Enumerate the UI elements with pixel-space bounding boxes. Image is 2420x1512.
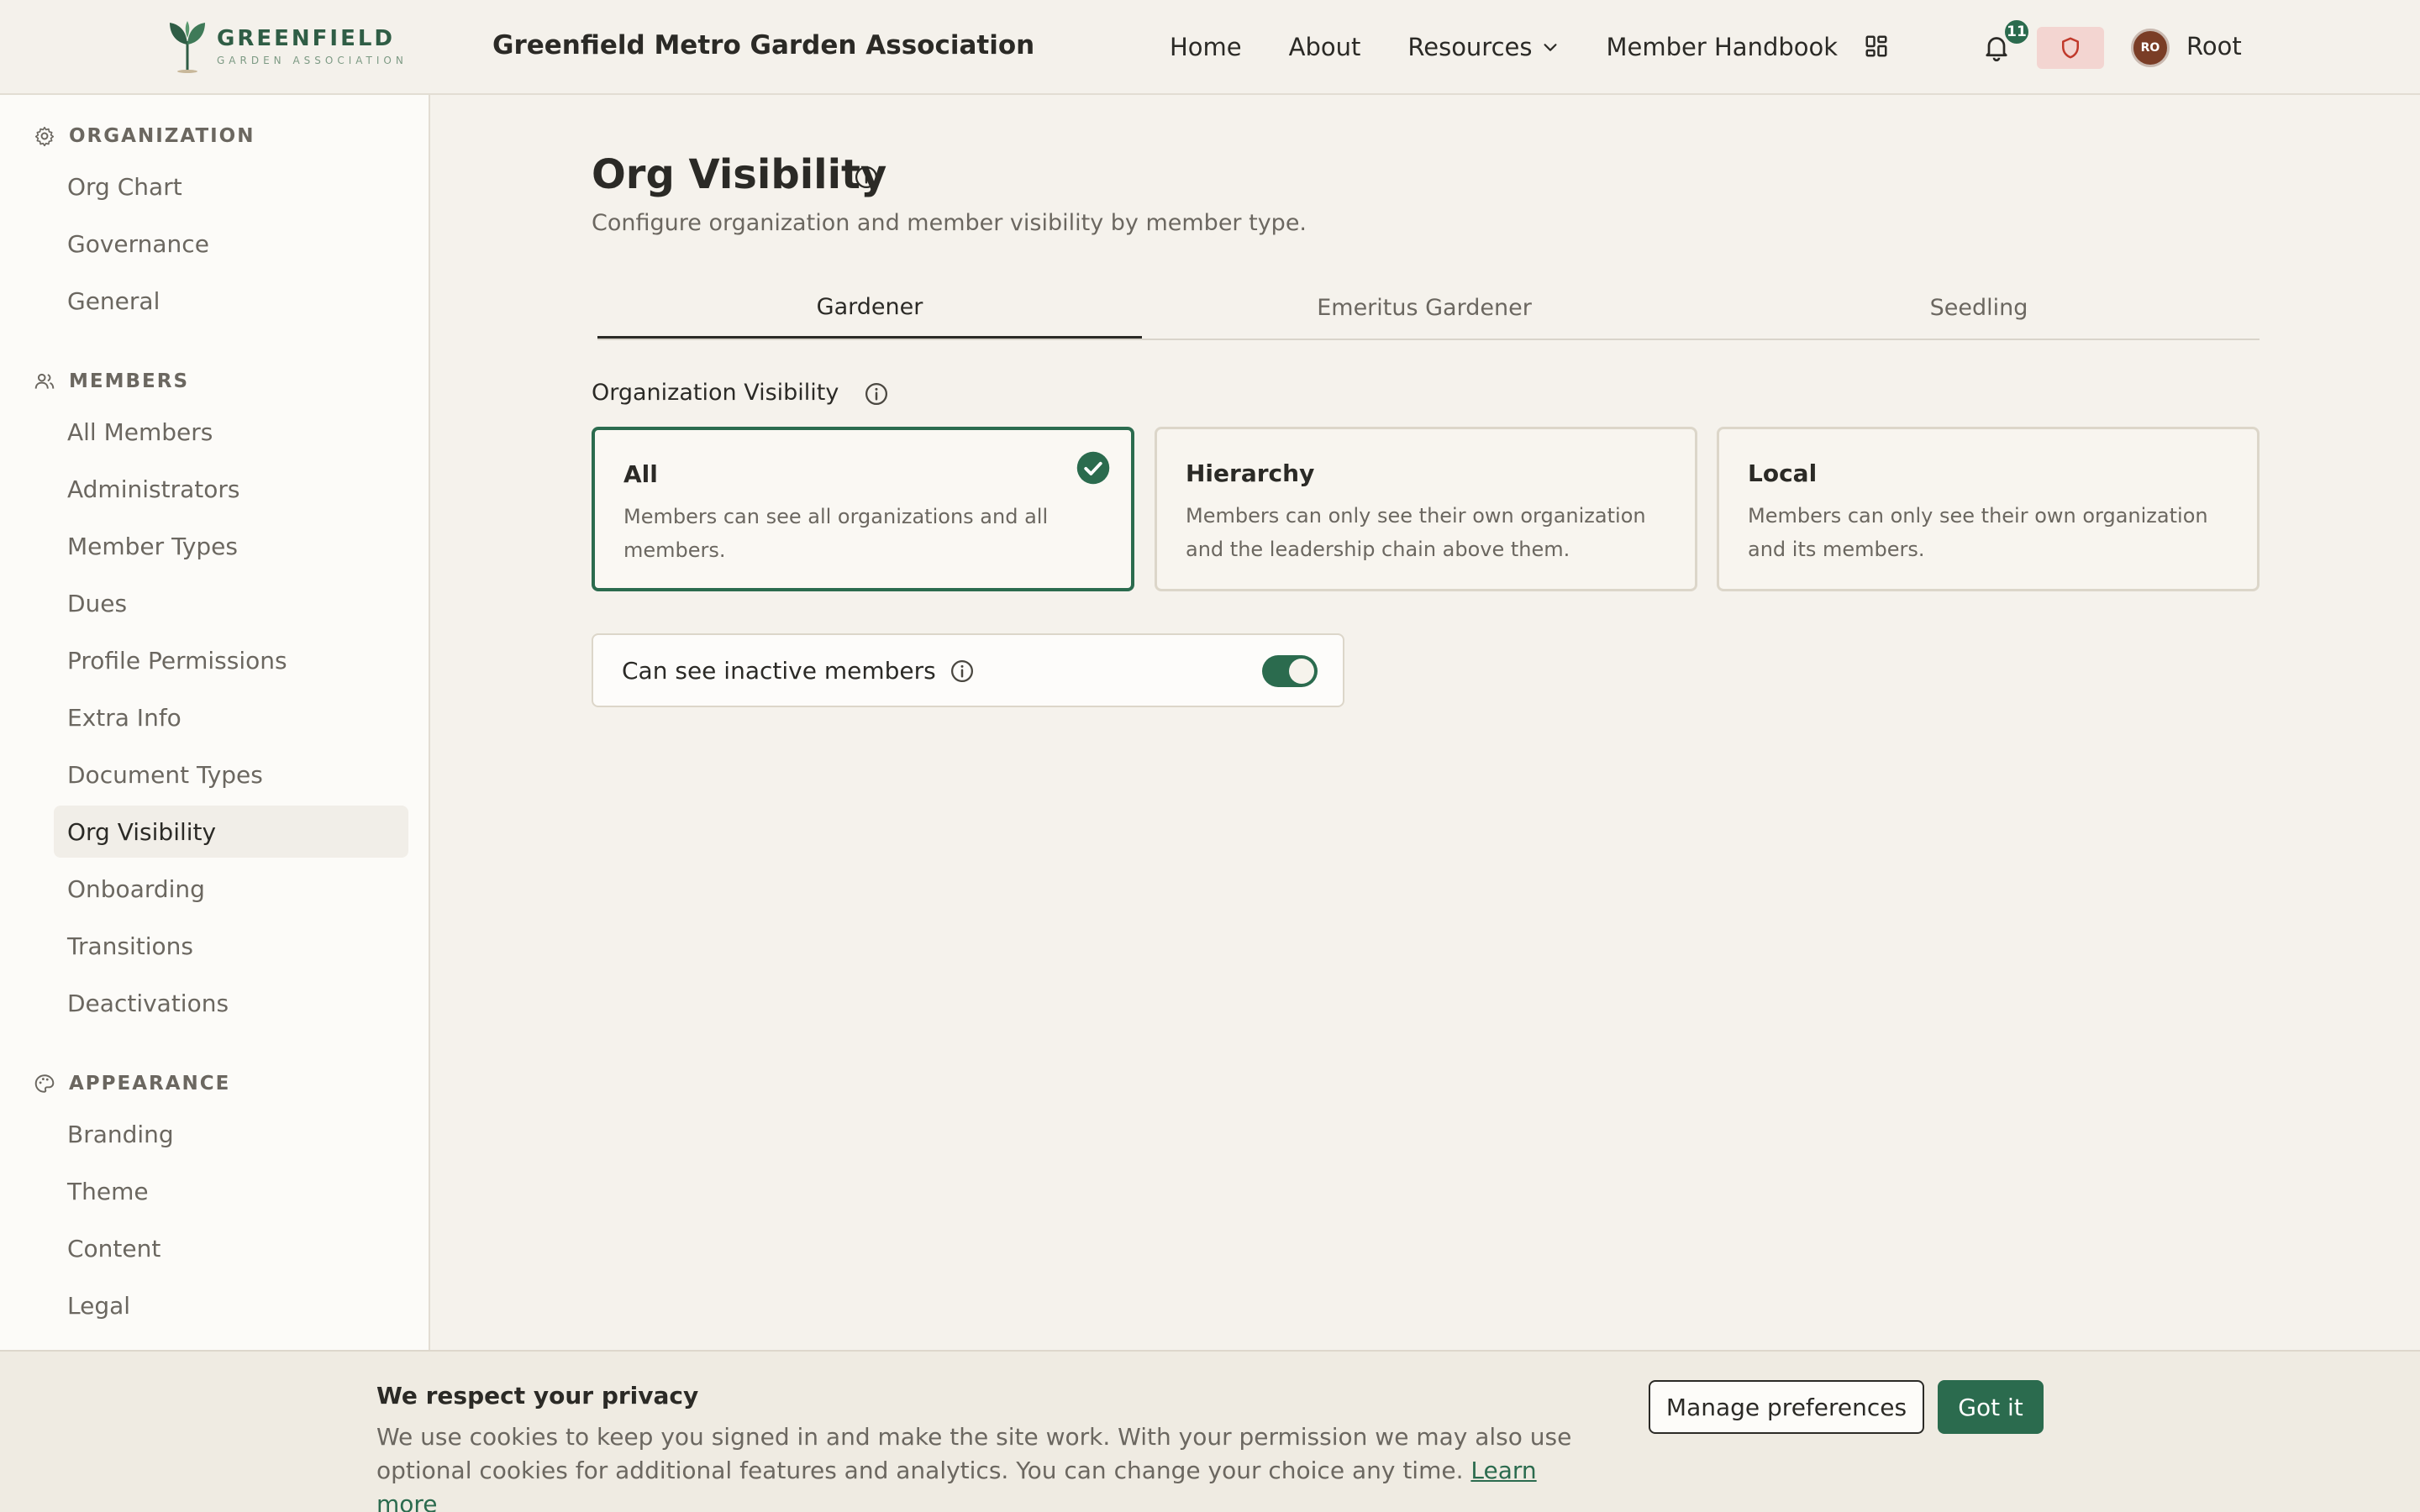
settings-sidebar: ORGANIZATION Org Chart Governance Genera…	[0, 95, 430, 1350]
nav-member-handbook[interactable]: Member Handbook	[1607, 33, 1839, 61]
brand-logo[interactable]: GREENFIELD GARDEN ASSOCIATION	[166, 18, 408, 74]
inactive-members-toggle[interactable]	[1262, 655, 1318, 687]
option-description: Members can see all organizations and al…	[623, 505, 1049, 562]
palette-icon	[34, 1074, 55, 1093]
inactive-members-setting: Can see inactive members	[592, 633, 1344, 707]
sidebar-item-dues[interactable]: Dues	[54, 577, 408, 629]
sidebar-item-document-types[interactable]: Document Types	[54, 748, 408, 801]
visibility-option-all[interactable]: All Members can see all organizations an…	[592, 427, 1134, 591]
nav-resources-dropdown[interactable]: Resources	[1407, 33, 1559, 61]
sidebar-group-members: MEMBERS	[34, 369, 189, 394]
option-title: All	[623, 460, 658, 488]
check-circle-icon	[1076, 451, 1110, 485]
page-subtitle: Configure organization and member visibi…	[592, 210, 1307, 236]
shield-icon	[2062, 37, 2079, 59]
section-label-org-visibility: Organization Visibility	[592, 380, 839, 406]
sidebar-item-content[interactable]: Content	[54, 1222, 408, 1274]
tab-gardener[interactable]: Gardener	[597, 277, 1142, 339]
got-it-button[interactable]: Got it	[1938, 1380, 2044, 1434]
user-name[interactable]: Root	[2186, 32, 2242, 60]
page-title: Org Visibility	[592, 151, 887, 198]
admin-shield-button[interactable]	[2037, 27, 2104, 69]
sidebar-item-org-visibility[interactable]: Org Visibility	[54, 806, 408, 858]
option-title: Local	[1748, 459, 1818, 487]
notification-badge: 11	[2003, 18, 2030, 45]
nav-home[interactable]: Home	[1170, 33, 1242, 61]
sprout-logo-icon	[170, 21, 205, 73]
sidebar-item-extra-info[interactable]: Extra Info	[54, 691, 408, 743]
avatar[interactable]: RO	[2131, 29, 2170, 67]
apps-grid-icon[interactable]	[1864, 34, 1889, 59]
sidebar-item-legal[interactable]: Legal	[54, 1279, 408, 1331]
chevron-down-icon	[1543, 44, 1557, 51]
sidebar-group-appearance: APPEARANCE	[34, 1071, 230, 1096]
cookie-body: We use cookies to keep you signed in and…	[376, 1423, 1572, 1484]
users-icon	[34, 373, 55, 389]
sidebar-item-member-types[interactable]: Member Types	[54, 520, 408, 572]
sidebar-item-general[interactable]: General	[54, 275, 408, 327]
sidebar-item-governance[interactable]: Governance	[54, 218, 408, 270]
sidebar-item-all-members[interactable]: All Members	[54, 406, 408, 458]
manage-preferences-button[interactable]: Manage preferences	[1649, 1380, 1924, 1434]
sidebar-item-transitions[interactable]: Transitions	[54, 920, 408, 972]
info-icon[interactable]	[864, 381, 889, 407]
sidebar-group-label: MEMBERS	[69, 370, 190, 392]
top-header: GREENFIELD GARDEN ASSOCIATION Greenfield…	[0, 0, 2420, 95]
sidebar-group-label: APPEARANCE	[69, 1073, 231, 1095]
sidebar-item-administrators[interactable]: Administrators	[54, 463, 408, 515]
logo-tagline: GARDEN ASSOCIATION	[217, 55, 408, 66]
gear-icon	[34, 126, 55, 147]
nav-about[interactable]: About	[1289, 33, 1361, 61]
cookie-banner: We respect your privacy We use cookies t…	[0, 1350, 2420, 1512]
sidebar-group-organization: ORGANIZATION	[34, 123, 255, 149]
toggle-knob	[1289, 659, 1314, 684]
sidebar-item-org-chart[interactable]: Org Chart	[54, 160, 408, 213]
cookie-text: We use cookies to keep you signed in and…	[376, 1420, 1603, 1512]
sidebar-item-profile-permissions[interactable]: Profile Permissions	[54, 634, 408, 686]
toggle-label: Can see inactive members	[622, 657, 936, 685]
option-description: Members can only see their own organizat…	[1186, 504, 1646, 561]
logo-wordmark: GREENFIELD	[217, 26, 395, 51]
nav-resources-label: Resources	[1407, 33, 1533, 61]
info-icon[interactable]	[950, 659, 975, 684]
cookie-title: We respect your privacy	[376, 1382, 699, 1410]
sidebar-item-branding[interactable]: Branding	[54, 1108, 408, 1160]
sidebar-item-onboarding[interactable]: Onboarding	[54, 863, 408, 915]
option-title: Hierarchy	[1186, 459, 1315, 487]
visibility-option-hierarchy[interactable]: Hierarchy Members can only see their own…	[1155, 427, 1697, 591]
visibility-option-local[interactable]: Local Members can only see their own org…	[1717, 427, 2260, 591]
option-description: Members can only see their own organizat…	[1748, 504, 2208, 561]
tab-emeritus-gardener[interactable]: Emeritus Gardener	[1152, 277, 1697, 339]
info-icon[interactable]	[854, 165, 879, 190]
tab-seedling[interactable]: Seedling	[1707, 277, 2251, 339]
sidebar-item-theme[interactable]: Theme	[54, 1165, 408, 1217]
site-title: Greenfield Metro Garden Association	[492, 30, 1035, 60]
top-nav: Home About Resources Member Handbook	[1170, 30, 1885, 64]
sidebar-item-deactivations[interactable]: Deactivations	[54, 977, 408, 1029]
member-type-tabs: Gardener Emeritus Gardener Seedling	[597, 277, 2260, 340]
sidebar-group-label: ORGANIZATION	[69, 125, 255, 147]
